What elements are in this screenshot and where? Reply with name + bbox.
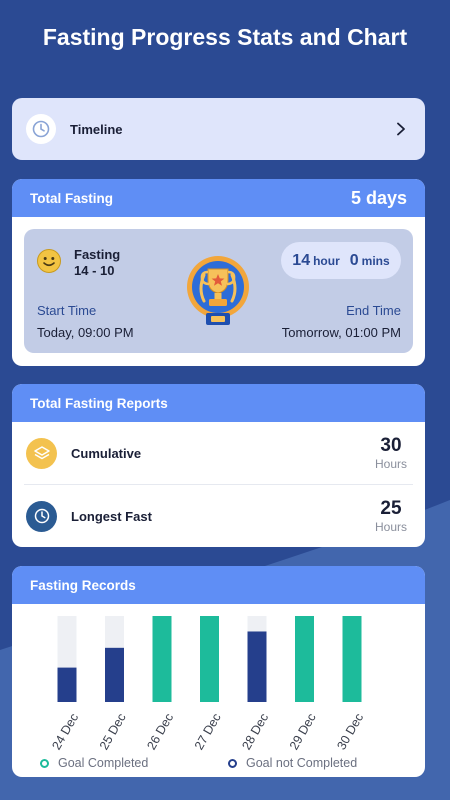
timeline-card[interactable]: Timeline (12, 98, 425, 160)
report-value: 25 Hours (371, 498, 411, 534)
report-row-cumulative[interactable]: Cumulative 30 Hours (12, 422, 425, 484)
bar (200, 616, 219, 702)
total-fasting-card: Total Fasting 5 days Fasting 14 - 10 14 … (12, 179, 425, 366)
chevron-right-icon[interactable] (391, 119, 411, 139)
x-tick-label: 30 Dec (334, 711, 366, 752)
legend-dot-completed (40, 758, 49, 768)
legend-goal-completed: Goal Completed (40, 756, 148, 770)
fasting-records-title: Fasting Records (30, 577, 136, 593)
report-unit: Hours (374, 520, 407, 534)
legend-completed-label: Goal Completed (58, 756, 149, 770)
legend-not-completed-label: Goal not Completed (246, 756, 358, 770)
fasting-reports-card: Total Fasting Reports Cumulative 30 Hour… (12, 384, 425, 547)
start-time-value: Today, 09:00 PM (37, 325, 134, 340)
report-label: Longest Fast (71, 508, 152, 524)
report-label: Cumulative (71, 445, 142, 461)
total-fasting-title: Total Fasting (30, 190, 113, 206)
report-unit: Hours (374, 457, 407, 471)
x-tick-label: 26 Dec (144, 711, 176, 752)
report-number: 25 (380, 498, 402, 519)
x-tick-label: 25 Dec (97, 711, 129, 752)
timeline-label: Timeline (70, 121, 123, 137)
bar (152, 616, 172, 702)
bar-group[interactable]: 26 Dec (144, 616, 176, 752)
smiley-emoji-icon (37, 249, 61, 273)
duration-mins: 0 (349, 251, 359, 269)
clock-icon (26, 114, 56, 144)
duration-mins-unit: mins (361, 253, 390, 268)
clock-icon (26, 500, 57, 532)
bar (342, 616, 362, 702)
legend-dot-not-completed (228, 758, 237, 768)
bar (57, 667, 77, 702)
trophy-icon (187, 256, 249, 325)
total-days: 5 days (350, 187, 407, 208)
bar (295, 616, 314, 702)
fasting-plan-name: Fasting (74, 247, 121, 262)
duration-hours-unit: hour (313, 253, 340, 268)
report-value: 30 Hours (371, 435, 411, 471)
bar-group[interactable]: 24 Dec (49, 616, 81, 752)
duration-pill: 14 hour 0 mins (281, 242, 401, 279)
total-fasting-header: Total Fasting 5 days (12, 179, 425, 217)
report-number: 30 (380, 435, 402, 456)
end-time-label: End Time (346, 303, 401, 318)
bar (247, 631, 267, 702)
fasting-records-card: Fasting Records 24 Dec 25 Dec 26 Dec 27 Dec… (12, 566, 425, 777)
fasting-reports-header: Total Fasting Reports (12, 384, 425, 422)
legend-goal-not-completed: Goal not Completed (228, 756, 357, 770)
fasting-reports-title: Total Fasting Reports (30, 395, 168, 411)
x-tick-label: 28 Dec (239, 711, 271, 752)
start-time-label: Start Time (37, 303, 97, 318)
layers-icon (26, 437, 57, 469)
bar-group[interactable]: 25 Dec (97, 616, 129, 752)
page-title: Fasting Progress Stats and Chart (42, 24, 408, 50)
bar-group[interactable]: 30 Dec (334, 616, 366, 752)
fasting-plan-ratio: 14 - 10 (74, 263, 115, 278)
x-tick-label: 24 Dec (49, 711, 81, 752)
fasting-plan-panel[interactable]: Fasting 14 - 10 14 hour 0 mins Start Tim… (24, 229, 413, 353)
fasting-records-chart: 24 Dec 25 Dec 26 Dec 27 Dec 28 Dec 29 Dec 30 D… (49, 616, 366, 752)
fasting-records-header: Fasting Records (12, 566, 425, 604)
duration-hours: 14 (292, 251, 311, 269)
bar (105, 647, 124, 702)
bar-group[interactable]: 28 Dec (239, 616, 271, 752)
x-tick-label: 27 Dec (192, 711, 224, 752)
bar-group[interactable]: 27 Dec (192, 616, 224, 752)
end-time-value: Tomorrow, 01:00 PM (281, 325, 401, 340)
report-row-longest-fast[interactable]: Longest Fast 25 Hours (12, 485, 425, 547)
x-tick-label: 29 Dec (287, 711, 319, 752)
bar-group[interactable]: 29 Dec (287, 616, 319, 752)
